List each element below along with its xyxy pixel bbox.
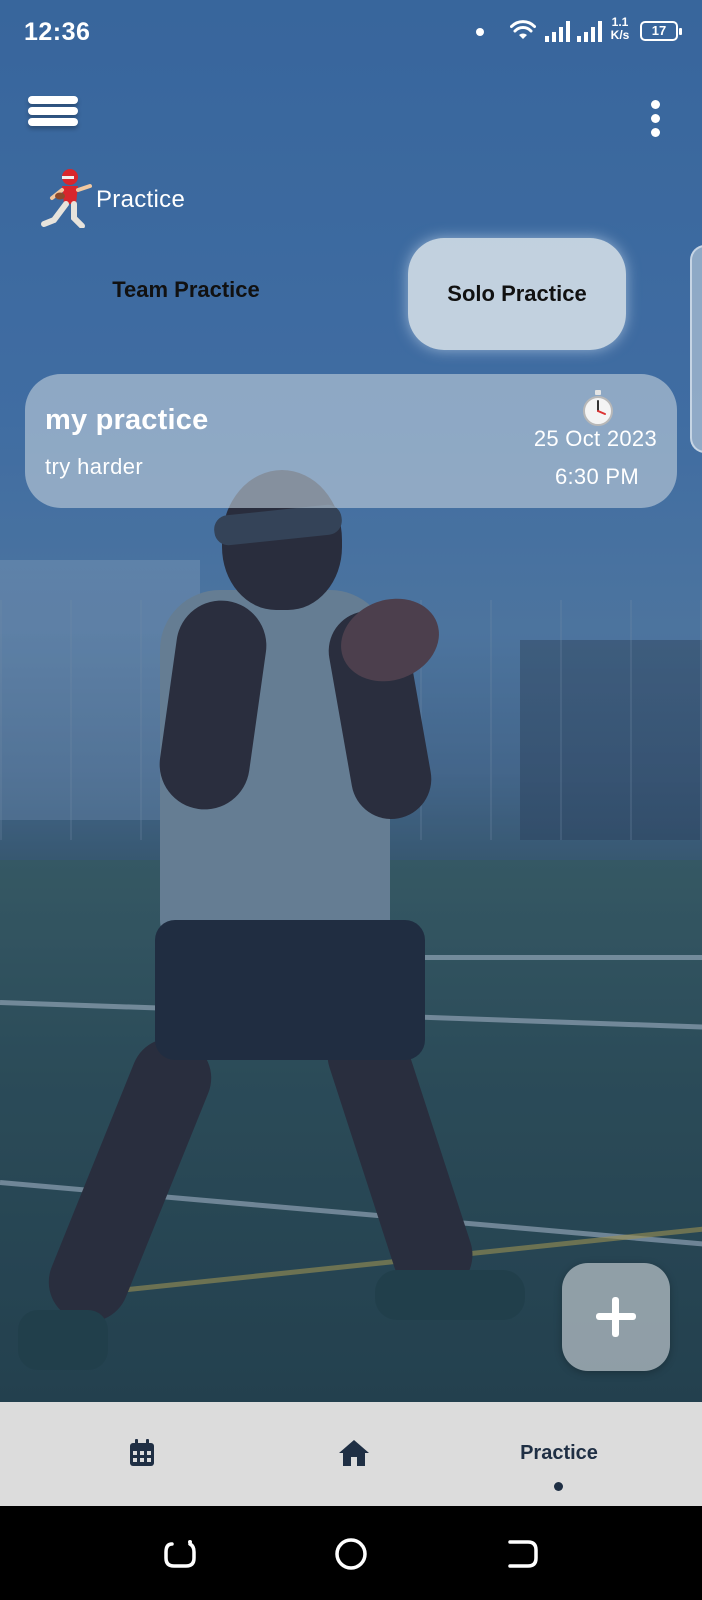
nav-item-label: Practice — [520, 1442, 598, 1464]
practice-card[interactable]: my practice try harder 25 Oct 2023 6:30 … — [25, 374, 677, 508]
nav-item-home[interactable] — [322, 1402, 382, 1506]
back-icon[interactable] — [160, 1534, 200, 1574]
screen: 12:36 1.1 K/s 17 Practice Team Practice … — [0, 0, 702, 1600]
tab-solo-practice[interactable]: Solo Practice — [408, 238, 626, 350]
calendar-icon — [130, 1439, 154, 1466]
page-title: Practice — [96, 186, 186, 213]
notification-dot-icon — [476, 28, 484, 36]
more-vertical-icon[interactable] — [640, 98, 670, 138]
home-button-icon[interactable] — [331, 1534, 371, 1574]
battery-icon: 17 — [640, 21, 682, 41]
wifi-icon — [510, 20, 536, 39]
signal-icon — [577, 21, 602, 42]
football-runner-icon — [41, 169, 92, 228]
status-time: 12:36 — [24, 18, 91, 46]
practice-date: 25 Oct 2023 — [533, 426, 657, 451]
practice-description: try harder — [45, 454, 144, 479]
practice-time: 6:30 PM — [554, 464, 639, 489]
active-indicator — [554, 1482, 563, 1491]
nav-item-practice[interactable]: Practice — [500, 1402, 618, 1506]
practice-name: my practice — [45, 404, 209, 436]
signal-icon — [545, 21, 570, 42]
network-speed: 1.1 K/s — [607, 16, 633, 42]
home-icon — [339, 1440, 369, 1466]
recents-icon[interactable] — [502, 1534, 542, 1574]
bottom-navigation: Practice — [0, 1402, 702, 1506]
system-navigation-bar — [0, 1506, 702, 1600]
hamburger-menu-icon[interactable] — [28, 96, 82, 134]
stopwatch-icon — [583, 390, 613, 426]
network-speed-unit: K/s — [610, 28, 630, 42]
side-panel-edge[interactable] — [690, 245, 702, 453]
add-practice-button[interactable] — [562, 1263, 670, 1371]
plus-icon — [612, 1297, 619, 1337]
nav-item-calendar[interactable] — [112, 1402, 172, 1506]
tab-team-practice[interactable]: Team Practice — [86, 270, 286, 310]
status-bar: 12:36 1.1 K/s 17 — [0, 0, 702, 64]
